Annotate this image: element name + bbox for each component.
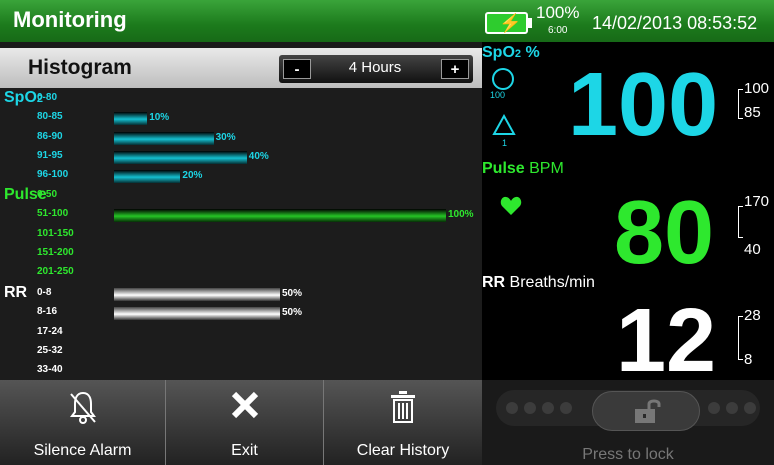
rr-lower-limit: 8: [744, 351, 753, 368]
pulse-range-label: 151-200: [37, 246, 74, 258]
battery-tip: [528, 18, 532, 28]
spo2-range-label: 86-90: [37, 130, 63, 142]
silence-alarm-label: Silence Alarm: [33, 442, 132, 459]
spo2-range-label: 0-80: [37, 92, 58, 103]
range-selector: - 4 Hours +: [279, 55, 473, 83]
spo2-percent-label: 30%: [215, 131, 236, 143]
rr-percent-label: 50%: [282, 307, 303, 319]
pulse-lower-limit: 40: [744, 241, 761, 258]
slider-dot: [524, 402, 536, 414]
triangle-icon-value: 1: [502, 138, 508, 148]
spo2-lower-limit: 85: [744, 104, 761, 121]
spo2-range-label: 80-85: [37, 111, 63, 123]
clear-history-label: Clear History: [356, 442, 450, 459]
silence-alarm-button[interactable]: Silence Alarm: [0, 380, 166, 465]
pulse-range-label: 0-50: [37, 189, 58, 200]
spo2-upper-limit: 100: [744, 80, 770, 97]
increase-range-button[interactable]: +: [441, 59, 469, 79]
spo2-value: 100: [568, 55, 719, 155]
spo2-percent-label: 40%: [248, 150, 269, 162]
vitals-panel: SpO2 % 100 1 100 100 85 Pulse BPM 80 170…: [482, 42, 774, 386]
slider-dot: [726, 402, 738, 414]
range-value: 4 Hours: [348, 59, 402, 76]
spo2-range-label: 96-100: [37, 169, 69, 181]
spo2-range-label: 91-95: [37, 149, 63, 161]
rr-percent-label: 50%: [282, 288, 303, 299]
spo2-histogram-bar: [114, 150, 247, 164]
spo2-histogram-bar: [114, 112, 148, 126]
pulse-range-label: 101-150: [37, 227, 74, 239]
spo2-histogram-bar: [114, 131, 214, 145]
pulse-upper-limit: 170: [744, 193, 770, 210]
rr-range-label: 25-32: [37, 344, 63, 356]
battery-time: 6:00: [548, 25, 568, 36]
rr-section-label: RR: [4, 284, 28, 301]
trash-icon: [324, 390, 482, 426]
slider-dot: [560, 402, 572, 414]
lock-slider-track[interactable]: [496, 390, 760, 431]
clear-history-button[interactable]: Clear History: [324, 380, 482, 465]
pulse-label: Pulse BPM: [482, 160, 564, 177]
battery-percent: 100%: [536, 3, 580, 22]
exit-button[interactable]: Exit: [166, 380, 324, 465]
circle-icon: [492, 68, 514, 90]
pulse-range-label: 201-250: [37, 266, 74, 278]
rr-histogram-bar: [114, 288, 280, 301]
pulse-percent-label: 100%: [448, 209, 474, 221]
triangle-icon: [492, 113, 516, 141]
bell-muted-icon: [0, 390, 165, 426]
spo2-label: SpO2 %: [482, 44, 540, 61]
pulse-range-label: 51-100: [37, 208, 69, 220]
rr-upper-limit: 28: [744, 307, 761, 324]
slider-dot: [542, 402, 554, 414]
decrease-range-button[interactable]: -: [283, 59, 311, 79]
slider-dot: [744, 402, 756, 414]
spo2-percent-label: 10%: [149, 112, 170, 124]
spo2-limit-bracket: [738, 89, 743, 119]
rr-range-label: 8-16: [37, 306, 58, 318]
pulse-histogram-bar: [114, 209, 446, 223]
rr-range-label: 0-8: [37, 287, 52, 298]
rr-range-label: 17-24: [37, 325, 63, 337]
slider-dot: [708, 402, 720, 414]
title-bar: Monitoring ⚡ 100% 6:00 14/02/2013 08:53:…: [0, 0, 774, 42]
close-icon: [166, 390, 323, 426]
app-title: Monitoring: [13, 7, 127, 32]
rr-range-label: 33-40: [37, 364, 63, 376]
spo2-percent-label: 20%: [182, 170, 203, 182]
spo2-histogram-bar: [114, 170, 181, 184]
date-time: 14/02/2013 08:53:52: [592, 13, 758, 33]
rr-limit-bracket: [738, 316, 743, 360]
circle-icon-value: 100: [490, 90, 506, 100]
rr-value: 12: [616, 291, 717, 391]
battery-icon: ⚡: [485, 12, 528, 34]
lock-slider-knob[interactable]: [592, 391, 700, 431]
rr-label: RR Breaths/min: [482, 274, 595, 291]
histogram-area: SpO2 Pulse RR 0-80 80-85 10% 86-90 30% 91-95 4…: [0, 88, 482, 380]
pulse-value: 80: [614, 183, 715, 283]
exit-label: Exit: [231, 442, 258, 459]
press-to-lock-label: Press to lock: [582, 446, 674, 463]
footer-toolbar: Silence Alarm Exit Clear History: [0, 380, 482, 465]
heart-icon: [500, 196, 522, 221]
unlock-icon: [633, 398, 661, 429]
histogram-header: Histogram - 4 Hours +: [0, 48, 482, 88]
pulse-limit-bracket: [738, 206, 743, 238]
histogram-title: Histogram: [28, 56, 132, 79]
lock-area: Press to lock: [482, 380, 774, 465]
slider-dot: [506, 402, 518, 414]
rr-histogram-bar: [114, 307, 280, 321]
